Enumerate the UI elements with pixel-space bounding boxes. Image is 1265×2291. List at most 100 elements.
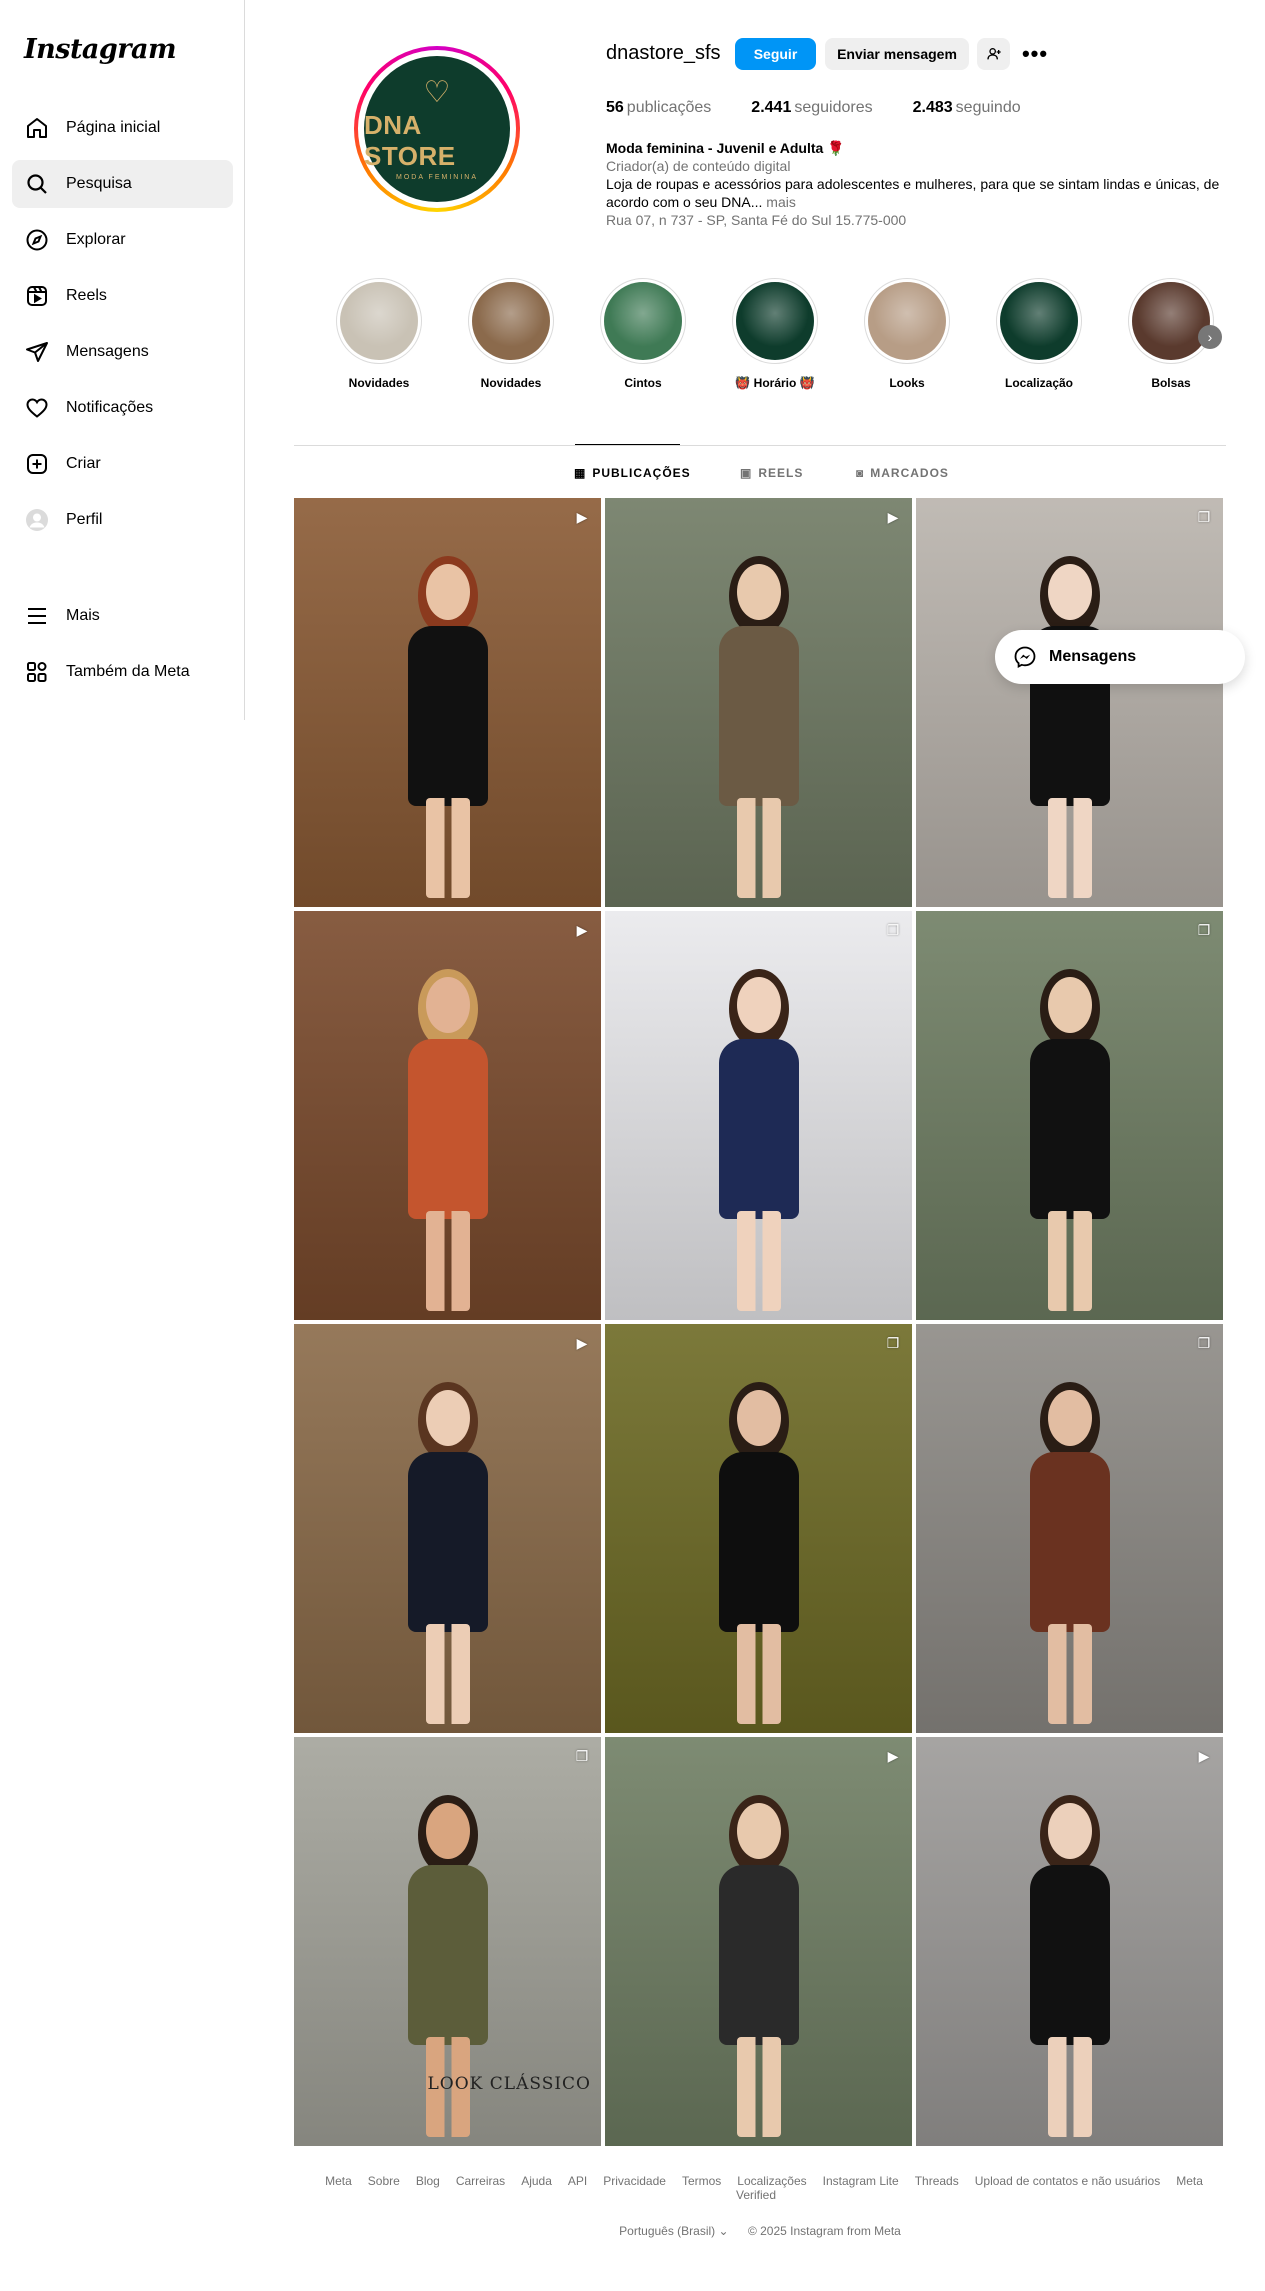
model-legs — [736, 1211, 781, 1311]
footer-link[interactable]: Ajuda — [521, 2174, 552, 2188]
model-outfit — [407, 626, 488, 806]
highlight-item[interactable]: Novidades — [466, 278, 556, 390]
highlight-item[interactable]: Novidades — [334, 278, 424, 390]
post-thumbnail[interactable]: ▶ — [605, 1737, 912, 2146]
post-thumbnail[interactable]: ▶ — [916, 1737, 1223, 2146]
model-outfit — [1029, 1039, 1110, 1219]
reel-icon: ▶ — [887, 509, 899, 525]
model-legs — [425, 1211, 470, 1311]
highlight-cover — [336, 278, 422, 364]
followers-count[interactable]: 2.441 seguidores — [751, 99, 872, 117]
nav-item-home[interactable]: Página inicial — [12, 104, 233, 152]
nav-item-label: Explorar — [66, 231, 126, 248]
nav-item-label: Mais — [66, 607, 100, 624]
post-thumbnail[interactable]: ▶ — [294, 911, 601, 1320]
suggest-users-button[interactable] — [977, 38, 1010, 70]
highlight-label: Looks — [889, 376, 925, 390]
footer-link[interactable]: Sobre — [368, 2174, 400, 2188]
footer-link[interactable]: API — [568, 2174, 587, 2188]
post-thumbnail[interactable]: ❐ — [605, 1324, 912, 1733]
tab-tagged[interactable]: ◙ MARCADOS — [856, 466, 949, 480]
footer-link[interactable]: Upload de contatos e não usuários — [975, 2174, 1160, 2188]
highlight-item[interactable]: Localização — [994, 278, 1084, 390]
footer-link[interactable]: Meta — [325, 2174, 352, 2188]
footer-link[interactable]: Termos — [682, 2174, 721, 2188]
following-count[interactable]: 2.483 seguindo — [913, 99, 1021, 117]
model-face — [1047, 977, 1092, 1033]
bio-name: Moda feminina - Juvenil e Adulta 🌹 — [606, 140, 845, 156]
nav-item-label: Criar — [66, 455, 101, 472]
highlight-cover — [600, 278, 686, 364]
post-thumbnail[interactable]: ❐ — [916, 911, 1223, 1320]
bio-more-link[interactable]: mais — [766, 194, 796, 210]
follow-button[interactable]: Seguir — [735, 38, 816, 70]
send-icon — [24, 339, 50, 365]
tabs-divider — [294, 445, 1226, 446]
nav-item-explore[interactable]: Explorar — [12, 216, 233, 264]
chevron-down-icon: ⌄ — [718, 2224, 729, 2238]
highlight-image — [472, 282, 550, 360]
post-thumbnail[interactable]: ❐ — [916, 1324, 1223, 1733]
post-thumbnail[interactable]: ▶ — [294, 498, 601, 907]
language-selector[interactable]: Português (Brasil) ⌄ — [619, 2224, 728, 2238]
post-overlay-text: LOOK CLÁSSICO — [427, 2074, 591, 2094]
highlight-item[interactable]: Looks — [862, 278, 952, 390]
sidebar: Instagram Página inicial Pesquisa Explor… — [0, 0, 245, 720]
home-icon — [24, 115, 50, 141]
model-legs — [425, 1624, 470, 1724]
instagram-logo[interactable]: Instagram — [24, 34, 177, 65]
highlight-label: Bolsas — [1151, 376, 1191, 390]
bio-address[interactable]: Rua 07, n 737 - SP, Santa Fé do Sul 15.7… — [606, 211, 1226, 229]
send-message-button[interactable]: Enviar mensagem — [825, 38, 969, 70]
nav-item-more[interactable]: Mais — [12, 592, 233, 640]
footer-link[interactable]: Localizações — [737, 2174, 806, 2188]
highlights-next-icon[interactable]: › — [1198, 325, 1222, 349]
model-face — [425, 1803, 470, 1859]
nav-item-search[interactable]: Pesquisa — [12, 160, 233, 208]
footer-link[interactable]: Threads — [915, 2174, 959, 2188]
reel-icon: ▶ — [576, 509, 588, 525]
apps-grid-icon — [24, 659, 50, 685]
nav-item-notifications[interactable]: Notificações — [12, 384, 233, 432]
floating-messages-button[interactable]: Mensagens — [995, 630, 1245, 684]
reels-icon — [24, 283, 50, 309]
nav-item-reels[interactable]: Reels — [12, 272, 233, 320]
highlight-image — [604, 282, 682, 360]
nav-item-create[interactable]: Criar — [12, 440, 233, 488]
highlight-item[interactable]: Cintos — [598, 278, 688, 390]
highlight-image — [1132, 282, 1210, 360]
highlight-image — [340, 282, 418, 360]
tab-posts[interactable]: ▦ PUBLICAÇÕES — [574, 466, 691, 480]
post-thumbnail[interactable]: ❐ — [605, 911, 912, 1320]
highlight-label: 👹 Horário 👹 — [735, 376, 815, 390]
nav-item-profile[interactable]: Perfil — [12, 496, 233, 544]
footer-link[interactable]: Instagram Lite — [823, 2174, 899, 2188]
nav-item-label: Mensagens — [66, 343, 149, 360]
tab-reels[interactable]: ▣ REELS — [740, 466, 803, 480]
post-thumbnail[interactable]: LOOK CLÁSSICO ❐ — [294, 1737, 601, 2146]
nav-item-label: Reels — [66, 287, 107, 304]
highlight-label: Cintos — [624, 376, 662, 390]
post-thumbnail[interactable]: ▶ — [294, 1324, 601, 1733]
highlight-cover — [864, 278, 950, 364]
carousel-icon: ❐ — [886, 922, 900, 938]
more-options-icon[interactable]: ••• — [1020, 38, 1050, 70]
highlight-image — [868, 282, 946, 360]
reels-icon: ▣ — [740, 466, 753, 480]
footer-link[interactable]: Carreiras — [456, 2174, 505, 2188]
post-thumbnail[interactable]: ▶ — [605, 498, 912, 907]
footer-links: Meta Sobre Blog Carreiras Ajuda API Privacidad… — [294, 2174, 1226, 2202]
highlight-item[interactable]: 👹 Horário 👹 — [730, 278, 820, 390]
model-outfit — [1029, 1452, 1110, 1632]
footer-link[interactable]: Blog — [416, 2174, 440, 2188]
nav-item-meta[interactable]: Também da Meta — [12, 648, 233, 696]
highlight-image — [736, 282, 814, 360]
posts-count[interactable]: 56 publicações — [606, 99, 711, 117]
post-thumbnail[interactable]: ❐ — [916, 498, 1223, 907]
profile-avatar[interactable]: ♡ DNA STORE MODA FEMININA — [354, 46, 520, 212]
footer-link[interactable]: Privacidade — [603, 2174, 666, 2188]
model-outfit — [718, 1039, 799, 1219]
nav-item-messages[interactable]: Mensagens — [12, 328, 233, 376]
reel-icon: ▶ — [576, 922, 588, 938]
model-face — [425, 564, 470, 620]
